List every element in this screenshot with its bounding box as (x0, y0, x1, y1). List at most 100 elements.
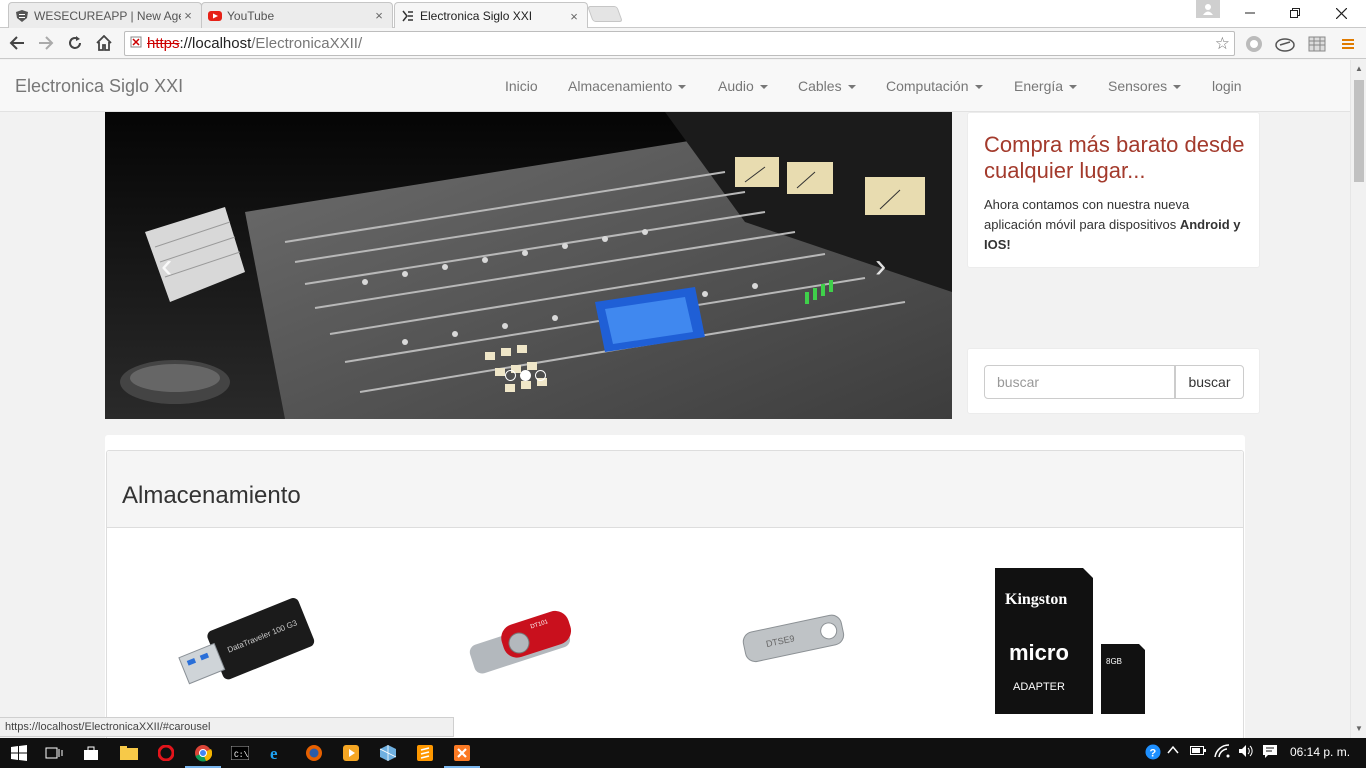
windows-taskbar: C:\ e ? 06:14 p. m. (0, 738, 1366, 768)
volume-icon[interactable] (1238, 744, 1254, 761)
chevron-up-icon[interactable] (1167, 744, 1179, 759)
home-icon[interactable] (92, 31, 116, 55)
search-card: buscar (967, 348, 1260, 414)
new-tab-button[interactable] (587, 6, 623, 22)
bookmark-star-icon[interactable]: ☆ (1215, 34, 1230, 54)
nav-inicio[interactable]: Inicio (505, 78, 538, 94)
category-panel: Almacenamiento DataTraveler 100 G3 DT101… (106, 450, 1244, 738)
internet-explorer-icon[interactable]: e (267, 743, 287, 763)
tab-electronica[interactable]: Electronica Siglo XXI × (394, 2, 588, 29)
product-usb-black[interactable]: DataTraveler 100 G3 (165, 586, 315, 711)
product-usb-red[interactable]: DT101 (459, 603, 579, 688)
promo-body: Ahora contamos con nuestra nueva aplicac… (984, 197, 1190, 232)
nav-label: Sensores (1108, 78, 1168, 94)
nav-sensores[interactable]: Sensores (1108, 78, 1182, 94)
virtualbox-icon[interactable] (378, 743, 398, 763)
firefox-icon[interactable] (304, 743, 324, 763)
caret-down-icon (1069, 85, 1078, 90)
media-player-icon[interactable] (341, 743, 361, 763)
card-capacity: 8GB (1106, 657, 1122, 666)
promo-card: Compra más barato desde cualquier lugar.… (967, 112, 1260, 268)
nav-label: login (1212, 78, 1242, 94)
chrome-icon[interactable] (185, 743, 221, 768)
site-brand[interactable]: Electronica Siglo XXI (15, 76, 183, 97)
scroll-thumb[interactable] (1354, 80, 1364, 182)
product-usb-metal[interactable]: DTSE9 (735, 601, 855, 676)
windows-start-icon[interactable] (9, 743, 29, 763)
extension-grid-icon[interactable] (1307, 34, 1327, 54)
url-separator: :// (179, 35, 193, 52)
file-explorer-icon[interactable] (119, 743, 139, 763)
tab-youtube[interactable]: YouTube × (201, 2, 393, 28)
xampp-icon[interactable] (444, 743, 480, 768)
carousel[interactable]: ‹ › (105, 112, 952, 419)
sublime-icon[interactable] (415, 743, 435, 763)
help-icon[interactable]: ? (1145, 744, 1161, 763)
nav-energia[interactable]: Energía (1014, 78, 1078, 94)
nav-label: Energía (1014, 78, 1064, 94)
carousel-indicator-1[interactable] (505, 370, 516, 381)
status-bubble: https://localhost/ElectronicaXXII/#carou… (0, 717, 454, 737)
insecure-lock-icon[interactable] (125, 36, 147, 51)
close-icon[interactable]: × (181, 8, 195, 23)
svg-text:e: e (270, 744, 278, 762)
battery-icon[interactable] (1190, 744, 1206, 759)
opera-icon[interactable] (156, 743, 176, 763)
card-adapter: ADAPTER (1013, 681, 1065, 693)
cmd-icon[interactable]: C:\ (230, 743, 250, 763)
nav-login[interactable]: login (1212, 78, 1242, 94)
scroll-up-icon[interactable]: ▲ (1355, 64, 1363, 73)
extension-record-icon[interactable] (1244, 34, 1264, 54)
carousel-indicator-3[interactable] (535, 370, 546, 381)
tab-wesecureapp[interactable]: WESECUREAPP | New Age × (8, 2, 202, 28)
carousel-prev-icon[interactable]: ‹ (161, 247, 172, 286)
promo-title: Compra más barato desde cualquier lugar.… (984, 132, 1245, 183)
taskbar-clock[interactable]: 06:14 p. m. (1290, 745, 1350, 759)
usb-drive-red-image: DT101 (469, 610, 572, 674)
forward-icon[interactable] (34, 31, 58, 55)
carousel-next-icon[interactable]: › (875, 247, 886, 286)
tab-title: YouTube (227, 8, 275, 23)
back-icon[interactable] (5, 31, 29, 55)
carousel-indicators (505, 370, 546, 381)
reload-icon[interactable] (63, 31, 87, 55)
nav-label: Inicio (505, 78, 538, 94)
profile-icon[interactable] (1196, 0, 1220, 18)
close-window-icon[interactable] (1318, 0, 1364, 26)
nav-cables[interactable]: Cables (798, 78, 856, 94)
caret-down-icon (1173, 85, 1182, 90)
youtube-icon (208, 9, 222, 23)
url-host: localhost (192, 35, 252, 52)
wifi-icon[interactable] (1214, 744, 1230, 761)
carousel-indicator-2[interactable] (520, 370, 531, 381)
page-scrollbar[interactable]: ▲ ▼ (1350, 60, 1366, 738)
minimize-icon[interactable] (1227, 0, 1273, 26)
nav-label: Computación (886, 78, 969, 94)
action-center-icon[interactable] (1262, 744, 1278, 761)
site-icon (401, 9, 415, 23)
store-icon[interactable] (81, 743, 101, 763)
menu-icon[interactable] (1338, 34, 1358, 54)
nav-almacenamiento[interactable]: Almacenamiento (568, 78, 687, 94)
nav-audio[interactable]: Audio (718, 78, 768, 94)
card-micro: micro (1009, 640, 1069, 665)
search-input[interactable] (984, 365, 1175, 399)
close-icon[interactable]: × (372, 8, 386, 23)
shield-icon (15, 9, 29, 23)
web-page: Electronica Siglo XXI Inicio Almacenamie… (0, 60, 1350, 738)
panel-heading: Almacenamiento (107, 451, 1243, 528)
nav-label: Almacenamiento (568, 78, 673, 94)
card-brand: Kingston (1005, 591, 1067, 608)
close-icon[interactable]: × (567, 9, 581, 24)
nav-label: Cables (798, 78, 842, 94)
restore-icon[interactable] (1272, 0, 1318, 26)
nav-computacion[interactable]: Computación (886, 78, 983, 94)
extension-cloud-icon[interactable] (1275, 34, 1295, 54)
task-view-icon[interactable] (44, 743, 64, 763)
browser-tab-strip: WESECUREAPP | New Age × YouTube × Electr… (0, 0, 1366, 29)
scroll-down-icon[interactable]: ▼ (1355, 724, 1363, 733)
product-microsd[interactable]: Kingston micro ADAPTER 8GB (993, 564, 1153, 725)
section-title: Almacenamiento (122, 482, 301, 509)
search-button[interactable]: buscar (1175, 365, 1244, 399)
address-bar[interactable]: https://localhost/ElectronicaXXII/ ☆ (124, 31, 1235, 56)
